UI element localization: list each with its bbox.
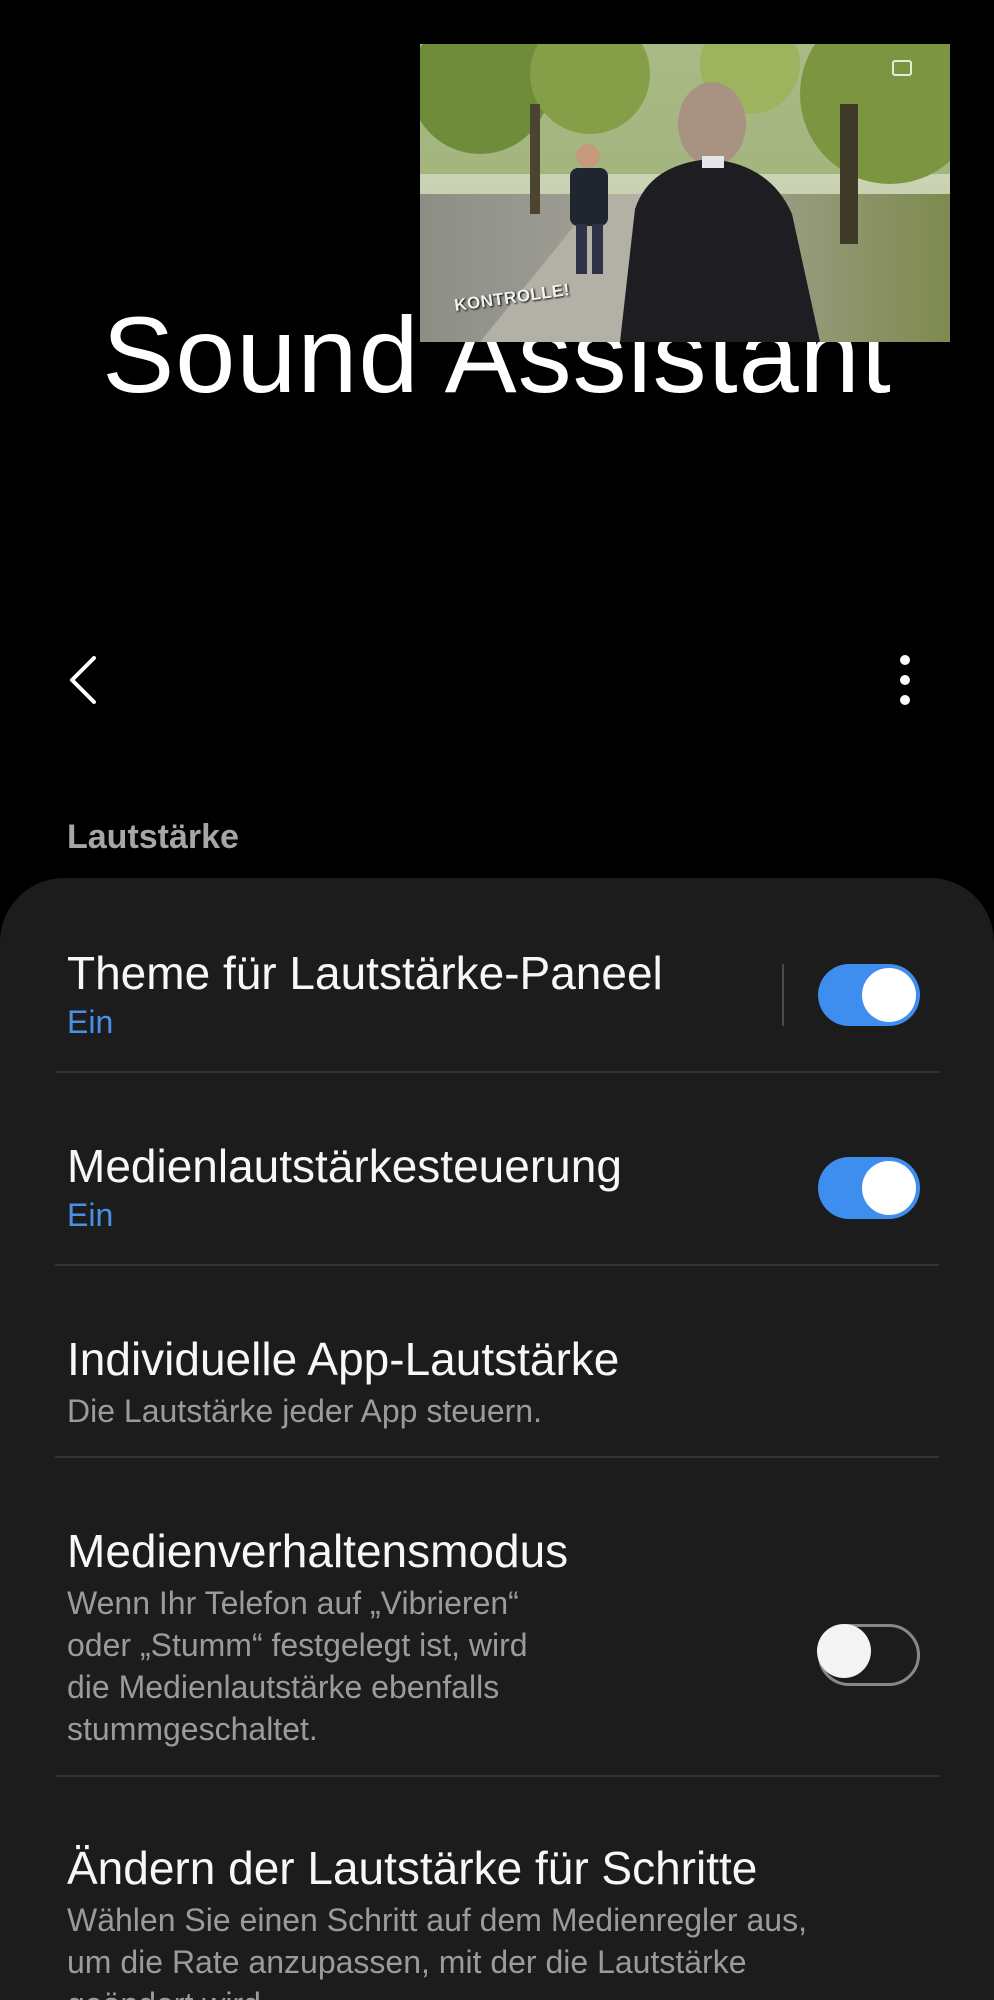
setting-title: Ändern der Lautstärke für Schritte xyxy=(67,1842,758,1894)
setting-individual-app-volume[interactable]: Individuelle App-Lautstärke Die Lautstär… xyxy=(0,1324,994,1444)
setting-status: Ein xyxy=(67,1004,114,1040)
pip-video-window[interactable]: KONTROLLE! xyxy=(420,44,950,342)
setting-title: Individuelle App-Lautstärke xyxy=(67,1333,620,1385)
setting-description-line: geändert wird. xyxy=(67,1983,270,2000)
setting-description-line: Wenn Ihr Telefon auf „Vibrieren“ xyxy=(67,1585,519,1621)
setting-title: Theme für Lautstärke-Paneel xyxy=(67,947,663,999)
volume-panel-theme-toggle[interactable] xyxy=(818,964,920,1026)
setting-media-volume-control[interactable]: Medienlautstärkesteuerung Ein xyxy=(0,1131,994,1251)
setting-description-line: um die Rate anzupassen, mit der die Laut… xyxy=(67,1944,747,1980)
divider xyxy=(55,1456,939,1458)
toggle-knob xyxy=(817,1624,871,1678)
back-button[interactable] xyxy=(56,650,116,710)
divider xyxy=(55,1264,939,1266)
toggle-knob xyxy=(862,1161,916,1215)
setting-status: Ein xyxy=(67,1197,114,1233)
more-options-button[interactable] xyxy=(880,650,930,710)
setting-description-line: die Medienlautstärke ebenfalls xyxy=(67,1669,500,1705)
setting-volume-panel-theme[interactable]: Theme für Lautstärke-Paneel Ein xyxy=(0,938,994,1058)
divider xyxy=(55,1071,939,1073)
section-header: Lautstärke xyxy=(67,818,239,856)
divider xyxy=(55,1775,939,1777)
media-volume-control-toggle[interactable] xyxy=(818,1157,920,1219)
media-behavior-mode-toggle[interactable] xyxy=(817,1624,920,1686)
settings-card: Theme für Lautstärke-Paneel Ein Medienla… xyxy=(0,878,994,2000)
toolbar xyxy=(0,640,994,720)
setting-title: Medienverhaltensmodus xyxy=(67,1525,569,1577)
setting-title: Medienlautstärkesteuerung xyxy=(67,1140,622,1192)
toggle-knob xyxy=(862,968,916,1022)
setting-description-line: oder „Stumm“ festgelegt ist, wird xyxy=(67,1627,528,1663)
more-vertical-icon xyxy=(900,655,910,705)
pip-expand-icon[interactable] xyxy=(892,60,912,76)
setting-volume-step-change[interactable]: Ändern der Lautstärke für Schritte Wähle… xyxy=(0,1833,994,2000)
setting-description-line: stummgeschaltet. xyxy=(67,1711,318,1747)
row-separator xyxy=(782,964,784,1026)
chevron-left-icon xyxy=(70,656,96,704)
setting-description-line: Wählen Sie einen Schritt auf dem Medienr… xyxy=(67,1902,807,1938)
screen: Sound Assistant KONTROLLE! Lautstärke Th… xyxy=(0,0,994,2000)
setting-media-behavior-mode[interactable]: Medienverhaltensmodus Wenn Ihr Telefon a… xyxy=(0,1516,994,1776)
setting-description: Die Lautstärke jeder App steuern. xyxy=(67,1393,542,1429)
